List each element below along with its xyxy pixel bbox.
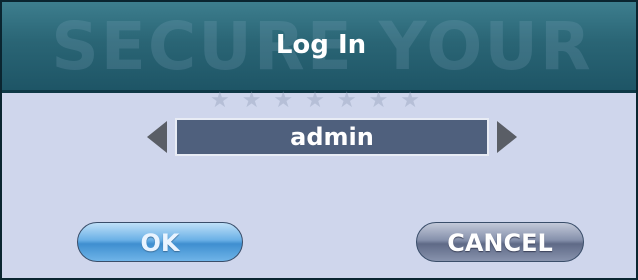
dialog-titlebar: SECURE YOUR Log In [2, 2, 636, 93]
cancel-button[interactable]: CANCEL [416, 222, 584, 262]
triangle-right-icon[interactable] [497, 121, 517, 153]
user-selector: admin [147, 114, 517, 160]
ok-button[interactable]: OK [77, 222, 243, 262]
username-value[interactable]: admin [175, 118, 489, 156]
triangle-left-icon[interactable] [147, 121, 167, 153]
dialog-title: Log In [275, 30, 367, 60]
decorative-stars: ★★★★★★★ [209, 88, 433, 113]
login-dialog: SECURE YOUR Log In ★★★★★★★ admin OK CANC… [0, 0, 638, 280]
